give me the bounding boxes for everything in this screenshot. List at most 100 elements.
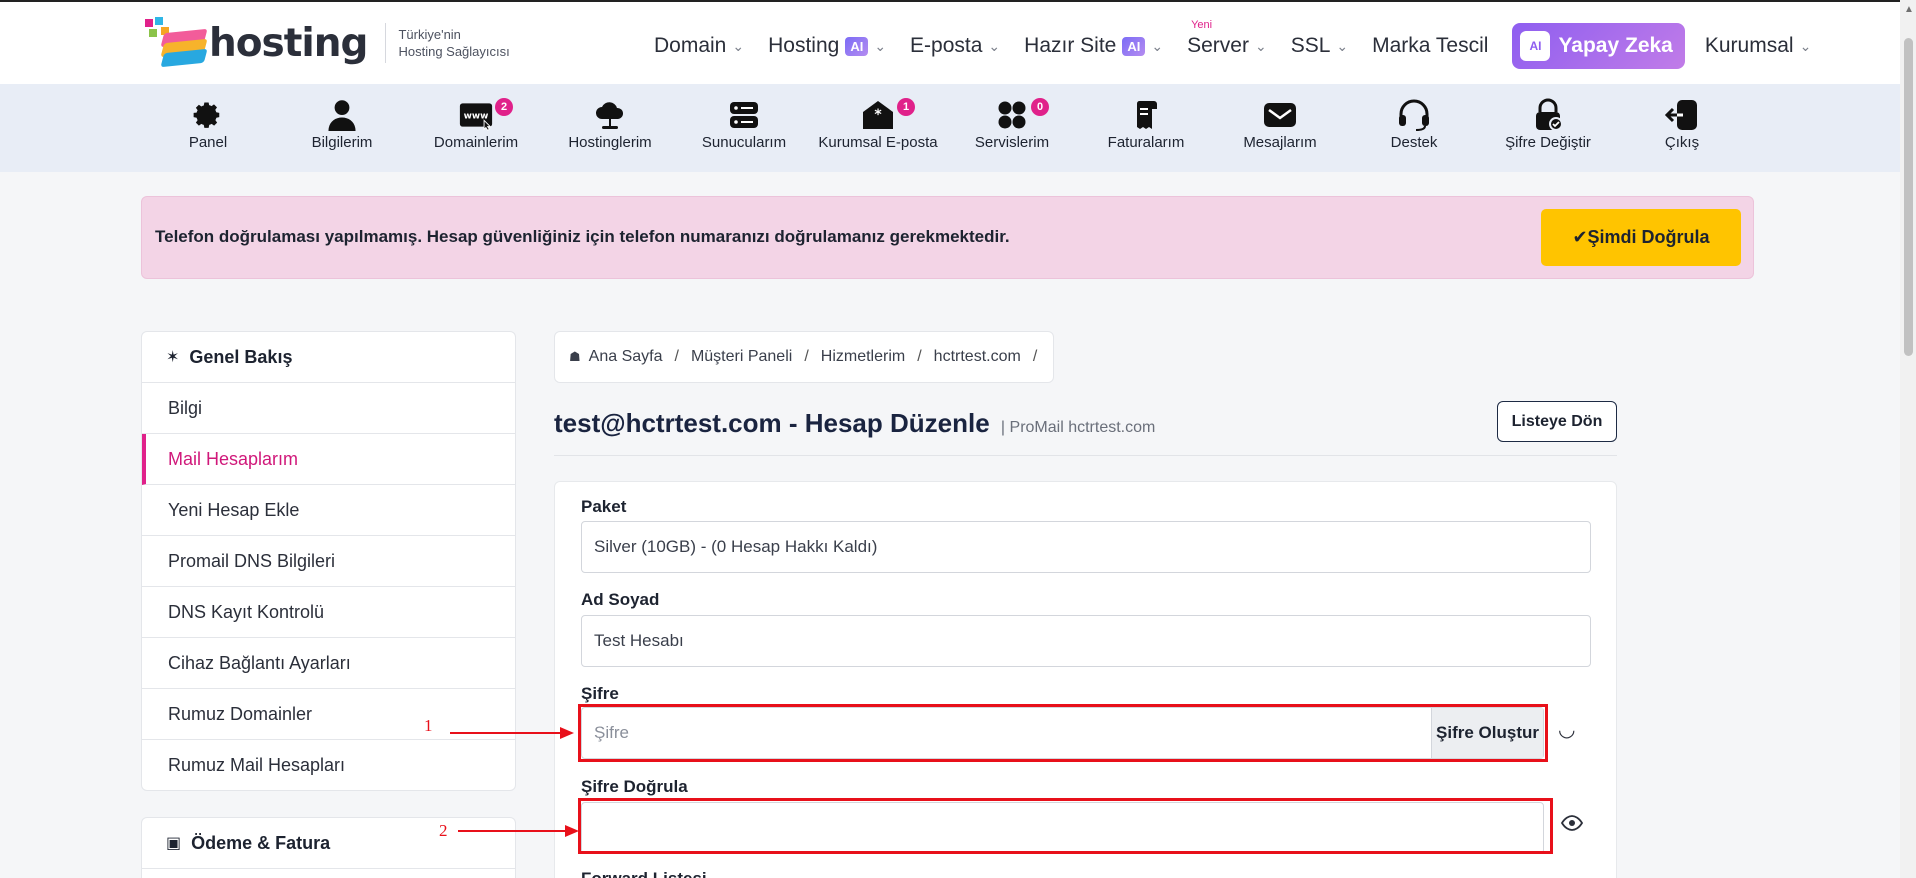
paket-select[interactable]: Silver (10GB) - (0 Hesap Hakkı Kaldı) xyxy=(581,521,1591,573)
ai-badge: AI xyxy=(845,36,869,56)
tagline-line1: Türkiye'nin xyxy=(398,27,461,42)
new-badge: Yeni xyxy=(1191,19,1213,31)
server-icon xyxy=(727,98,761,132)
nav-kurumsal[interactable]: Kurumsal ⌄ xyxy=(1705,34,1811,58)
annotation-marker-2: 2 xyxy=(439,821,448,840)
sidebar-item-mail-hesaplarim[interactable]: Mail Hesaplarım xyxy=(142,434,515,485)
breadcrumb-hizmetlerim[interactable]: Hizmetlerim xyxy=(821,348,905,366)
iconbar-label: Bilgilerim xyxy=(311,134,373,151)
annotation-box-1 xyxy=(578,704,1548,762)
main-nav: Domain ⌄ Hosting AI ⌄ E-posta ⌄ Hazır Site AI… xyxy=(654,19,1835,69)
iconbar-hostinglerim[interactable]: Hostinglerim xyxy=(543,98,677,151)
sidebar-item-promail-dns[interactable]: Promail DNS Bilgileri xyxy=(142,536,515,587)
page-scrollbar[interactable]: ▲ xyxy=(1900,0,1916,878)
breadcrumb-separator: / xyxy=(804,348,809,365)
divider xyxy=(554,455,1617,456)
breadcrumb-separator: / xyxy=(674,348,679,365)
domain-count-badge: 2 xyxy=(495,98,513,116)
chevron-down-icon: ⌄ xyxy=(732,37,745,54)
adsoyad-label: Ad Soyad xyxy=(581,590,660,609)
chevron-down-icon: ⌄ xyxy=(1799,37,1812,54)
servis-count-badge: 0 xyxy=(1031,98,1049,116)
star-icon: ✶ xyxy=(166,349,180,366)
iconbar-destek[interactable]: Destek xyxy=(1347,98,1481,151)
forward-label: Forward Listesi xyxy=(581,869,707,878)
iconbar-label: Şifre Değiştir xyxy=(1505,134,1591,151)
cloud-icon xyxy=(593,98,627,132)
ai-button[interactable]: AI Yapay Zeka xyxy=(1512,23,1685,69)
iconbar-label: Faturalarım xyxy=(1107,134,1185,151)
iconbar-cikis[interactable]: Çıkış xyxy=(1615,98,1749,151)
iconbar-label: Çıkış xyxy=(1664,134,1700,151)
breadcrumb-musteri-paneli[interactable]: Müşteri Paneli xyxy=(691,348,792,366)
nav-server[interactable]: Yeni Server ⌄ xyxy=(1187,19,1267,58)
account-icon-bar: Panel Bilgilerim 2 www Domainlerim Hosti… xyxy=(0,84,1900,172)
annotation-box-2 xyxy=(578,798,1553,854)
sidebar-item-cihaz-baglanti[interactable]: Cihaz Bağlantı Ayarları xyxy=(142,638,515,689)
breadcrumb-separator: / xyxy=(1032,348,1038,365)
iconbar-mesajlarim[interactable]: Mesajlarım xyxy=(1213,98,1347,151)
headset-icon xyxy=(1397,98,1431,132)
iconbar-sifre-degistir[interactable]: Şifre Değiştir xyxy=(1481,98,1615,151)
alert-message: Telefon doğrulaması yapılmamış. Hesap gü… xyxy=(155,227,1010,246)
breadcrumb-separator: / xyxy=(917,348,922,365)
iconbar-label: Domainlerim xyxy=(433,134,519,151)
sidebar-section-header[interactable]: ▣ Ödeme & Fatura xyxy=(142,818,515,869)
logout-icon xyxy=(1665,98,1699,132)
chevron-down-icon: ⌄ xyxy=(1254,37,1267,54)
page-subtitle: | ProMail hctrtest.com xyxy=(1000,419,1156,436)
sifre-dogrula-label: Şifre Doğrula xyxy=(581,777,688,796)
back-to-list-button[interactable]: Listeye Dön xyxy=(1497,401,1617,442)
logo-divider xyxy=(385,23,387,63)
nav-eposta[interactable]: E-posta ⌄ xyxy=(910,34,1000,58)
sidebar-section-header: ✶ Genel Bakış xyxy=(142,332,515,383)
adsoyad-input[interactable]: Test Hesabı xyxy=(581,615,1591,667)
nav-eposta-label: E-posta xyxy=(910,34,983,57)
verify-now-button[interactable]: ✔ Şimdi Doğrula xyxy=(1541,209,1741,266)
eposta-count-badge: 1 xyxy=(897,98,915,116)
brand-logo[interactable]: hosting Türkiye'nin Hosting Sağlayıcısı xyxy=(143,16,510,70)
nav-hazir-site[interactable]: Hazır Site AI ⌄ xyxy=(1024,34,1163,58)
iconbar-servislerim[interactable]: 0 Servislerim xyxy=(945,98,1079,151)
nav-ssl[interactable]: SSL ⌄ xyxy=(1291,34,1348,58)
home-icon: ☗ xyxy=(569,349,581,364)
iconbar-bilgilerim[interactable]: Bilgilerim xyxy=(275,98,409,151)
iconbar-panel[interactable]: Panel xyxy=(141,98,275,151)
page-title-text: test@hctrtest.com - Hesap Düzenle xyxy=(554,408,990,438)
iconbar-kurumsal-eposta[interactable]: 1 * Kurumsal E-posta xyxy=(811,98,945,151)
phone-verification-alert: Telefon doğrulaması yapılmamış. Hesap gü… xyxy=(141,196,1754,279)
sidebar-item-rumuz-mail[interactable]: Rumuz Mail Hesapları xyxy=(142,740,515,791)
nav-hazir-site-label: Hazır Site xyxy=(1024,34,1117,57)
sidebar-item-yeni-hesap-ekle[interactable]: Yeni Hesap Ekle xyxy=(142,485,515,536)
iconbar-label: Kurumsal E-posta xyxy=(818,134,938,151)
sidebar-item-bilgi[interactable]: Bilgi xyxy=(142,383,515,434)
sidebar-item-dns-kayit[interactable]: DNS Kayıt Kontrolü xyxy=(142,587,515,638)
iconbar-label: Mesajlarım xyxy=(1243,134,1317,151)
scrollbar-thumb[interactable] xyxy=(1904,38,1913,356)
nav-marka-tescil[interactable]: Marka Tescil xyxy=(1372,34,1488,58)
ai-button-label: Yapay Zeka xyxy=(1558,34,1673,57)
svg-text:*: * xyxy=(874,107,882,123)
nav-hosting[interactable]: Hosting AI ⌄ xyxy=(768,34,886,58)
sifre-label: Şifre xyxy=(581,684,619,703)
user-icon xyxy=(325,98,359,132)
eye-closed-icon[interactable]: ◡ xyxy=(1558,717,1575,742)
iconbar-faturalarim[interactable]: Faturalarım xyxy=(1079,98,1213,151)
eye-icon[interactable] xyxy=(1560,814,1584,837)
iconbar-sunucularim[interactable]: Sunucularım xyxy=(677,98,811,151)
gear-icon xyxy=(191,98,225,132)
breadcrumb-home[interactable]: Ana Sayfa xyxy=(589,348,663,366)
top-header: hosting Türkiye'nin Hosting Sağlayıcısı … xyxy=(0,0,1900,84)
scroll-up-icon[interactable]: ▲ xyxy=(1904,4,1914,15)
iconbar-label: Panel xyxy=(188,134,228,151)
breadcrumb-domain[interactable]: hctrtest.com xyxy=(934,348,1021,366)
ai-badge: AI xyxy=(1122,36,1146,56)
iconbar-label: Servislerim xyxy=(974,134,1050,151)
nav-kurumsal-label: Kurumsal xyxy=(1704,34,1794,57)
wallet-icon: ▣ xyxy=(166,835,182,852)
nav-domain[interactable]: Domain ⌄ xyxy=(654,34,744,58)
iconbar-label: Hostinglerim xyxy=(568,134,652,151)
ai-icon: AI xyxy=(1520,31,1551,61)
iconbar-domainlerim[interactable]: 2 www Domainlerim xyxy=(409,98,543,151)
nav-ssl-label: SSL xyxy=(1290,34,1331,57)
